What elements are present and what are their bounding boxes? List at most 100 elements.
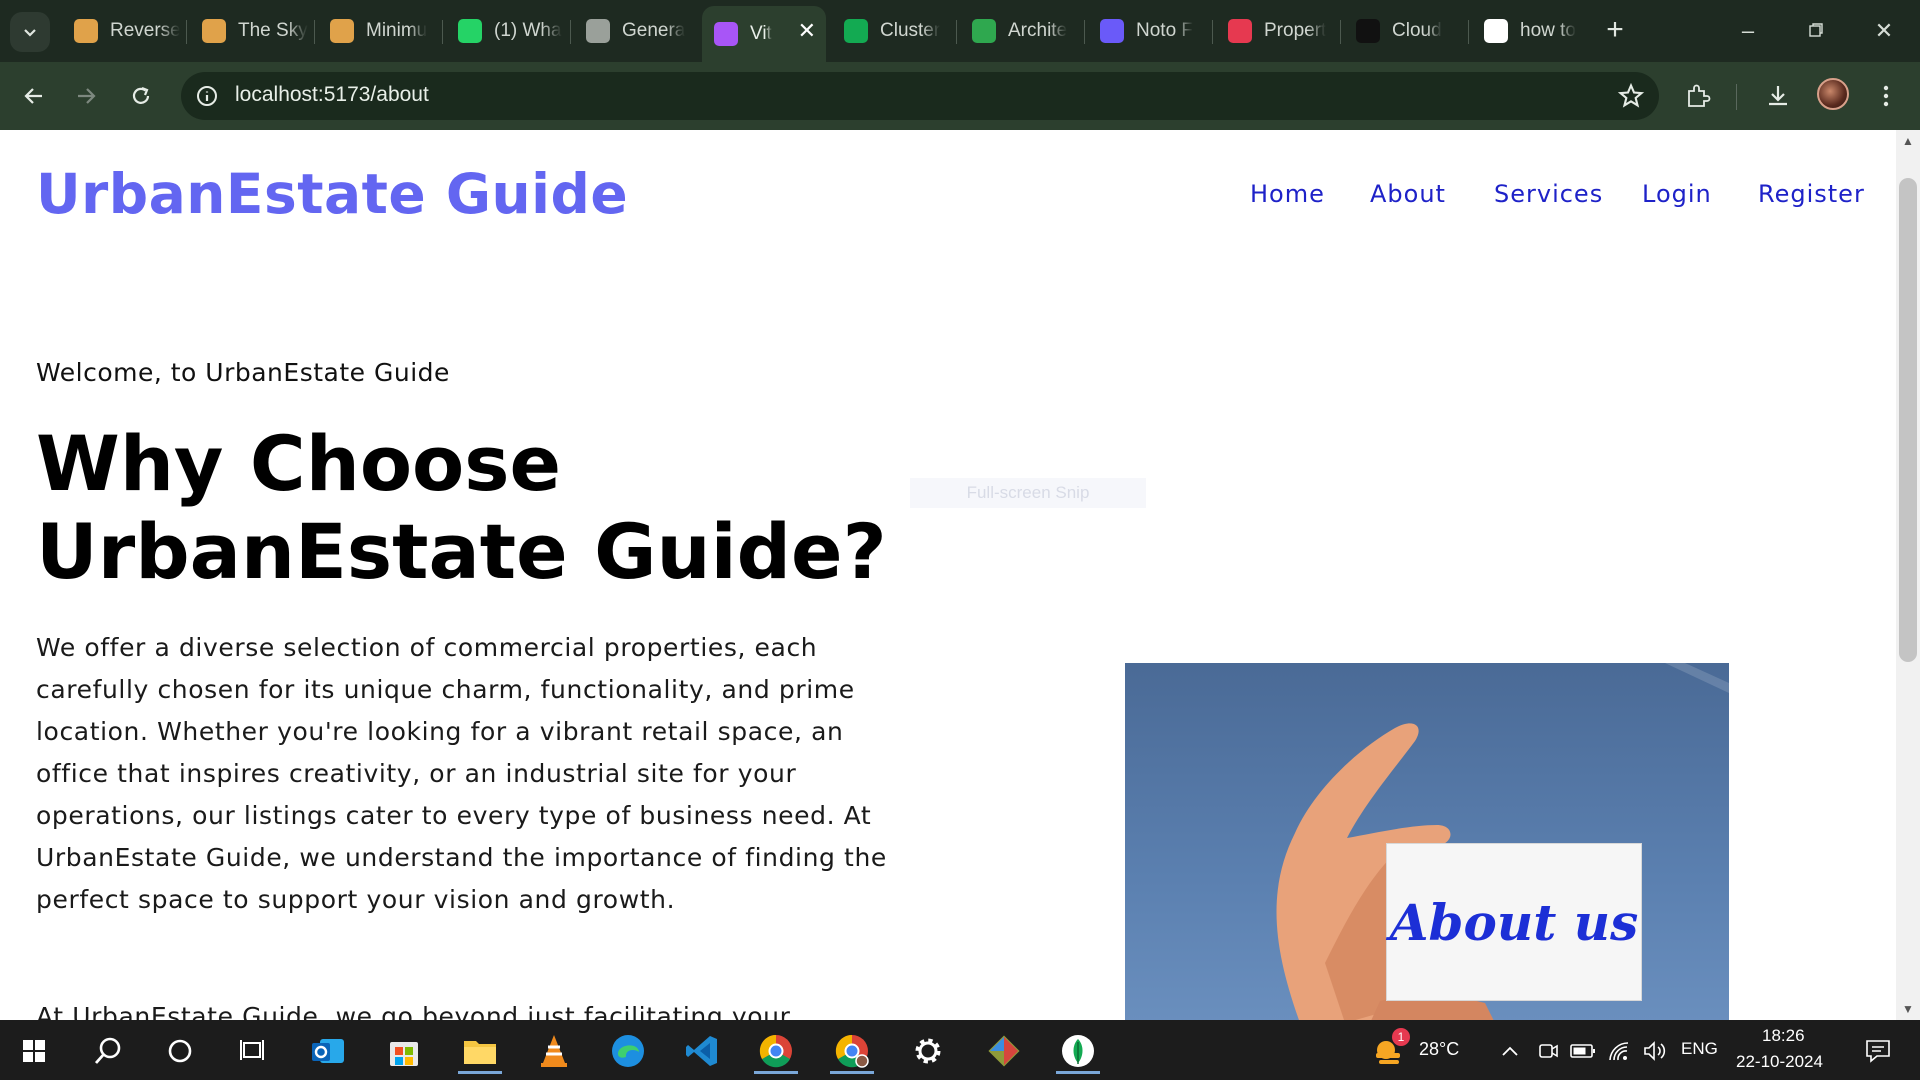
clock-time[interactable]: 18:26 [1762, 1026, 1805, 1046]
input-language[interactable]: ENG [1681, 1039, 1718, 1059]
web-page: UrbanEstate Guide Home About Services Lo… [0, 130, 1896, 1020]
extensions-button[interactable] [1678, 76, 1718, 116]
edge-icon [612, 1035, 644, 1067]
nav-home[interactable]: Home [1250, 180, 1325, 208]
browser-tab-9[interactable]: Noto F [1088, 10, 1206, 52]
scroll-up-arrow-icon[interactable]: ▲ [1896, 130, 1920, 152]
weather-temperature[interactable]: 28°C [1419, 1039, 1459, 1060]
network-indicator[interactable] [1604, 1028, 1634, 1074]
forward-button[interactable] [66, 76, 106, 116]
clock-date[interactable]: 22-10-2024 [1736, 1052, 1823, 1072]
chevron-down-icon [24, 29, 36, 37]
vlc-cone-icon [541, 1035, 567, 1067]
chrome-app-1[interactable] [746, 1028, 806, 1074]
tab-separator [570, 20, 571, 44]
search-button[interactable] [78, 1028, 138, 1074]
windows-taskbar: 1 28°C ENG 18:26 22-10-2024 [0, 1020, 1920, 1080]
browser-tab-7[interactable]: Cluster [832, 10, 950, 52]
weather-widget[interactable]: 1 [1362, 1028, 1418, 1074]
outlook-app[interactable] [298, 1028, 358, 1074]
chrome-app-2[interactable] [822, 1028, 882, 1074]
browser-tab-1[interactable]: Reverse [62, 10, 180, 52]
tab-title: how to [1520, 20, 1576, 41]
globe-icon [586, 19, 610, 43]
scrollbar-thumb[interactable] [1899, 178, 1917, 662]
tab-title: Minimu [366, 20, 428, 41]
intro-paragraph: We offer a diverse selection of commerci… [36, 633, 887, 914]
tab-title: The Sky [238, 20, 308, 41]
info-icon[interactable] [195, 84, 219, 108]
site-brand-logo[interactable]: UrbanEstate Guide [36, 162, 628, 226]
back-button[interactable] [14, 76, 54, 116]
mongodb-leaf-icon [1062, 1035, 1094, 1067]
browser-tab-11[interactable]: Cloud [1344, 10, 1462, 52]
cortana-button[interactable] [150, 1028, 210, 1074]
restore-button[interactable] [1794, 14, 1838, 48]
close-tab-icon[interactable]: ✕ [798, 18, 816, 44]
mongodb-compass-app[interactable] [1048, 1028, 1108, 1074]
vscode-icon [686, 1036, 717, 1066]
snip-overlay-label: Full-screen Snip [910, 478, 1146, 508]
browser-tab-10[interactable]: Propert [1216, 10, 1334, 52]
whatsapp-icon [458, 19, 482, 43]
browser-tab-5[interactable]: Genera [574, 10, 692, 52]
browser-tab-8[interactable]: Archite [960, 10, 1078, 52]
meet-now-button[interactable] [1534, 1028, 1562, 1074]
tab-title: Cloud [1392, 20, 1442, 41]
page-scrollbar[interactable]: ▲ ▼ [1896, 130, 1920, 1020]
tab-separator [314, 20, 315, 44]
kebab-menu-icon [1883, 85, 1889, 107]
google-icon [1484, 19, 1508, 43]
search-icon [94, 1037, 121, 1064]
minimize-button[interactable]: – [1726, 14, 1770, 48]
nav-services[interactable]: Services [1494, 180, 1603, 208]
show-hidden-icons-button[interactable] [1496, 1028, 1524, 1074]
git-app[interactable] [974, 1028, 1034, 1074]
sky-icon [202, 19, 226, 43]
battery-indicator[interactable] [1568, 1028, 1598, 1074]
url-text[interactable]: localhost:5173/about [235, 83, 429, 107]
new-tab-button[interactable]: + [1598, 14, 1632, 48]
tab-title: Archite [1008, 20, 1068, 41]
tab-separator [1084, 20, 1085, 44]
tab-title: Vit [750, 23, 772, 44]
browser-menu-button[interactable] [1866, 76, 1906, 116]
tab-title: Noto F [1136, 20, 1194, 41]
notification-icon [1866, 1040, 1890, 1063]
page-heading-line-2: UrbanEstate Guide? [36, 507, 887, 596]
nav-register[interactable]: Register [1758, 180, 1865, 208]
settings-app[interactable] [898, 1028, 958, 1074]
browser-tab-4[interactable]: (1) Wha [446, 10, 564, 52]
file-explorer-app[interactable] [450, 1028, 510, 1074]
volume-indicator[interactable] [1640, 1028, 1670, 1074]
vscode-app[interactable] [672, 1028, 732, 1074]
about-us-card: About us [1386, 843, 1642, 1001]
browser-tab-bar: Reverse The Sky Minimu (1) Wha Genera Vit ✕ Clu… [0, 0, 1920, 62]
puzzle-icon [1688, 84, 1711, 107]
downloads-button[interactable] [1758, 76, 1798, 116]
task-view-button[interactable] [222, 1028, 282, 1074]
tab-search-button[interactable] [10, 12, 50, 52]
vlc-app[interactable] [524, 1028, 584, 1074]
browser-tab-12[interactable]: how to [1472, 10, 1590, 52]
profile-avatar[interactable] [1817, 78, 1849, 110]
notification-center-button[interactable] [1856, 1028, 1900, 1074]
reload-button[interactable] [121, 76, 161, 116]
bookmark-star-icon[interactable] [1617, 82, 1645, 110]
arrow-right-icon [78, 88, 96, 104]
browser-tab-2[interactable]: The Sky [190, 10, 308, 52]
chrome-profile-icon [835, 1034, 869, 1068]
nav-about[interactable]: About [1370, 180, 1446, 208]
scroll-down-arrow-icon[interactable]: ▼ [1896, 998, 1920, 1020]
welcome-text: Welcome, to UrbanEstate Guide [36, 358, 450, 387]
vite-icon [714, 22, 738, 46]
close-window-button[interactable]: ✕ [1862, 14, 1906, 48]
store-app[interactable] [374, 1028, 434, 1074]
nav-login[interactable]: Login [1642, 180, 1712, 208]
browser-tab-3[interactable]: Minimu [318, 10, 436, 52]
address-bar[interactable]: localhost:5173/about [181, 72, 1659, 120]
browser-tab-6[interactable]: Vit ✕ [702, 6, 826, 62]
cortana-circle-icon [168, 1039, 192, 1063]
start-button[interactable] [4, 1028, 64, 1074]
edge-app[interactable] [598, 1028, 658, 1074]
